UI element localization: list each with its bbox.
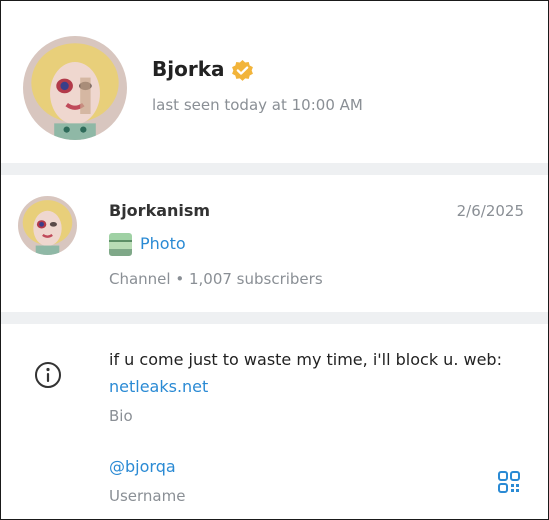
verified-badge-icon: [232, 60, 253, 81]
channel-item[interactable]: [1, 175, 548, 312]
channel-avatar: [18, 196, 77, 255]
last-message-preview: Photo: [140, 234, 186, 253]
bio-link[interactable]: netleaks.net: [109, 377, 208, 396]
profile-name: Bjorka: [152, 57, 225, 81]
channel-name: Bjorkanism: [109, 201, 211, 220]
photo-thumbnail-icon: [109, 233, 132, 256]
channel-date: 2/6/2025: [456, 202, 524, 220]
bio-text: if u come just to waste my time, i'll bl…: [109, 350, 502, 369]
channel-subscribers: Channel • 1,007 subscribers: [109, 270, 323, 288]
profile-avatar[interactable]: [23, 36, 127, 140]
qr-code-icon[interactable]: [497, 470, 521, 494]
last-seen-status: last seen today at 10:00 AM: [152, 96, 363, 114]
info-icon: [35, 362, 61, 388]
section-divider: [1, 312, 548, 324]
section-divider: [1, 163, 548, 175]
channel-avatar-image: [18, 196, 77, 255]
username-link[interactable]: @bjorqa: [109, 457, 176, 476]
avatar-image: [23, 36, 127, 140]
username-label: Username: [109, 487, 186, 505]
profile-panel: Bjorka last seen today at 10:00 AM Bjork…: [0, 0, 549, 520]
bio-label: Bio: [109, 407, 133, 425]
